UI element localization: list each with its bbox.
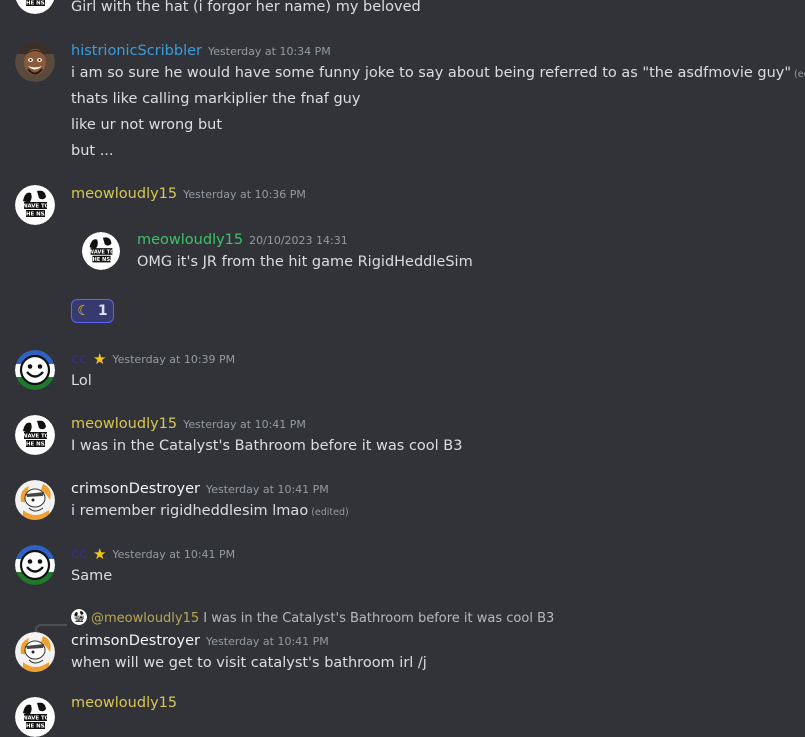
wave-to-the-nsa-avatar[interactable] — [15, 415, 55, 455]
message-text: when will we get to visit catalyst's bat… — [71, 655, 427, 671]
smiley-flag-avatar[interactable] — [15, 350, 55, 390]
message-text: i remember rigidheddlesim lmao — [71, 503, 309, 519]
username[interactable]: cc — [71, 546, 87, 562]
edited-tag: (edited) — [794, 69, 805, 80]
cartoon-character-avatar[interactable] — [15, 480, 55, 520]
timestamp: Yesterday at 10:41 PM — [112, 548, 236, 561]
wave-to-the-nsa-avatar[interactable] — [15, 697, 55, 737]
timestamp: Yesterday at 10:39 PM — [112, 353, 236, 366]
message-text: but ... — [71, 143, 114, 159]
smiley-flag-avatar[interactable] — [15, 545, 55, 585]
timestamp: Yesterday at 10:34 PM — [208, 45, 331, 58]
reply-preview[interactable]: @meowloudly15 I was in the Catalyst's Ba… — [71, 609, 554, 627]
embed-username[interactable]: meowloudly15 — [137, 232, 243, 248]
username[interactable]: meowloudly15 — [71, 695, 177, 711]
username[interactable]: crimsonDestroyer — [71, 481, 200, 497]
reply-text: I was in the Catalyst's Bathroom before … — [203, 611, 555, 626]
message-text: like ur not wrong but — [71, 117, 223, 133]
wave-to-the-nsa-avatar — [71, 609, 87, 625]
wave-to-the-nsa-avatar[interactable] — [82, 232, 120, 270]
reaction-count: 1 — [97, 303, 108, 319]
reply-username[interactable]: @meowloudly15 — [91, 611, 199, 626]
message-text: i am so sure he would have some funny jo… — [71, 65, 792, 81]
username[interactable]: meowloudly15 — [71, 186, 177, 202]
message-line: i remember rigidheddlesim lmao (edited) — [71, 501, 349, 523]
username[interactable]: meowloudly15 — [71, 416, 177, 432]
wave-to-the-nsa-avatar[interactable] — [15, 185, 55, 225]
star-icon[interactable]: ★ — [93, 545, 106, 563]
wave-to-the-nsa-avatar[interactable] — [15, 0, 55, 14]
message-line: i am so sure he would have some funny jo… — [71, 63, 805, 85]
cartoon-character-avatar[interactable] — [15, 632, 55, 672]
message-text: Same — [71, 568, 113, 584]
moon-icon: ☾ — [77, 303, 90, 319]
edited-tag: (edited) — [311, 507, 349, 518]
star-icon[interactable]: ★ — [93, 350, 106, 368]
portrait-avatar[interactable] — [15, 42, 55, 82]
embed-timestamp: 20/10/2023 14:31 — [249, 234, 348, 247]
message-text: I was in the Catalyst's Bathroom before … — [71, 438, 463, 454]
username[interactable]: histrionicScribbler — [71, 43, 202, 59]
message-text: thats like calling markiplier the fnaf g… — [71, 91, 361, 107]
message-text: Lol — [71, 373, 92, 389]
timestamp: Yesterday at 10:41 PM — [206, 483, 329, 496]
timestamp: Yesterday at 10:41 PM — [183, 418, 306, 431]
chat-messages[interactable]: Girl with the hat (i forgor her name) my… — [0, 0, 805, 703]
reaction-button[interactable]: ☾ 1 — [71, 299, 114, 323]
embed-text: OMG it's JR from the hit game RigidHeddl… — [137, 254, 473, 270]
message-text: Girl with the hat (i forgor her name) my… — [71, 0, 421, 15]
timestamp: Yesterday at 10:41 PM — [206, 635, 329, 648]
timestamp: Yesterday at 10:36 PM — [183, 188, 306, 201]
username[interactable]: cc — [71, 351, 87, 367]
username[interactable]: crimsonDestroyer — [71, 633, 200, 649]
